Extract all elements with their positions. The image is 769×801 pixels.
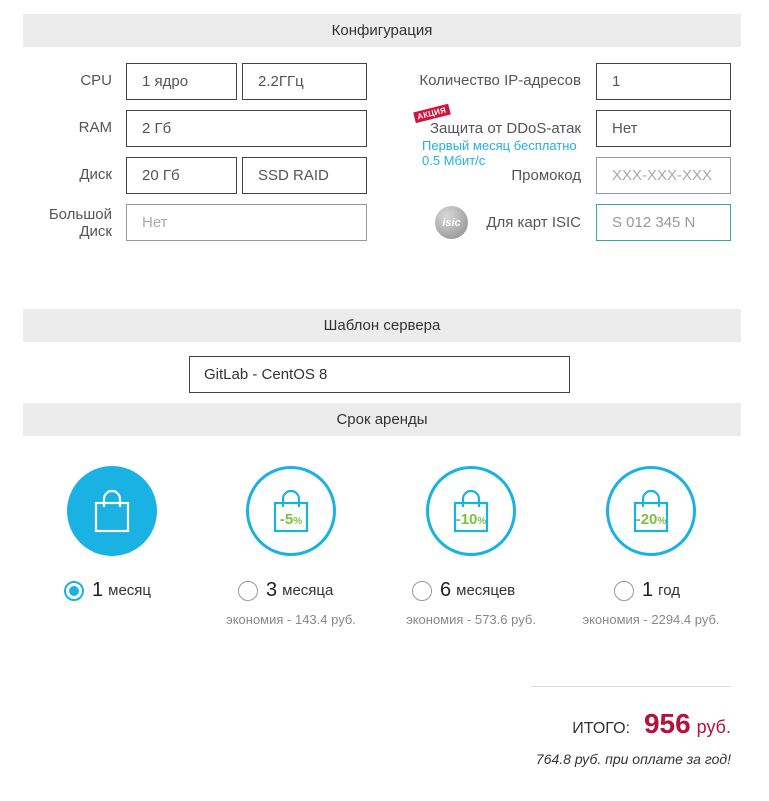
ram-select[interactable]: 2 Гб <box>126 110 367 147</box>
shopping-bag-icon <box>94 489 130 533</box>
isic-card-input[interactable]: S 012 345 N <box>596 204 731 241</box>
discount-label: -5% <box>279 510 303 528</box>
radio-button[interactable] <box>238 580 258 601</box>
term-option-6-months[interactable]: 6 месяцев <box>412 579 515 602</box>
saving-1-year: экономия - 2294.4 руб. <box>582 612 720 627</box>
config-section-header: Конфигурация <box>23 14 741 47</box>
ddos-promo-line1: Первый месяц бесплатно <box>422 138 577 153</box>
cpu-frequency-select[interactable]: 2.2ГГц <box>242 63 367 100</box>
saving-3-months: экономия - 143.4 руб. <box>226 612 356 627</box>
template-title: Шаблон сервера <box>323 317 441 334</box>
ddos-promo-line2: 0.5 Мбит/с <box>422 153 486 168</box>
term-number: 3 <box>266 579 278 601</box>
promocode-label: Промокод <box>511 167 581 184</box>
ip-count-label: Количество IP-адресов <box>419 72 581 89</box>
radio-button[interactable] <box>614 580 634 601</box>
disk-size-select[interactable]: 20 Гб <box>126 157 237 194</box>
discount-label: -10% <box>455 510 487 528</box>
big-disk-label-line1: Большой <box>48 206 112 223</box>
term-number: 1 <box>642 579 654 601</box>
cpu-label: CPU <box>80 72 112 89</box>
big-disk-label: Большой Диск <box>30 206 112 240</box>
saving-6-months: экономия - 573.6 руб. <box>406 612 536 627</box>
term-option-1-year[interactable]: 1 год <box>614 579 680 602</box>
big-disk-label-line2: Диск <box>79 223 112 240</box>
radio-button[interactable] <box>412 580 432 601</box>
term-unit: месяцев <box>456 582 516 599</box>
ddos-select[interactable]: Нет <box>596 110 731 147</box>
ddos-label: Защита от DDoS-атак <box>429 120 581 137</box>
radio-button-selected[interactable] <box>64 580 84 601</box>
isic-logo-icon: isic <box>435 206 468 239</box>
term-option-3-months[interactable]: 3 месяца <box>238 579 333 602</box>
config-title: Конфигурация <box>331 22 433 39</box>
term-section-header: Срок аренды <box>23 403 741 436</box>
disk-label: Диск <box>79 166 112 183</box>
term-unit: месяца <box>282 582 334 599</box>
term-number: 6 <box>440 579 452 601</box>
isic-label: Для карт ISIC <box>486 214 581 231</box>
total-currency: руб. <box>696 717 731 737</box>
template-select[interactable]: GitLab - CentOS 8 <box>189 356 570 393</box>
isic-logo-text: isic <box>442 216 461 229</box>
term-3-months-icon[interactable]: -5% <box>246 466 336 556</box>
term-number: 1 <box>92 579 104 601</box>
yearly-price-note: 764.8 руб. при оплате за год! <box>535 751 731 767</box>
total-price: ИТОГО: 956 руб. <box>572 708 731 740</box>
term-title: Срок аренды <box>336 411 428 428</box>
template-section-header: Шаблон сервера <box>23 309 741 342</box>
disk-type-select[interactable]: SSD RAID <box>242 157 367 194</box>
total-divider <box>531 686 731 687</box>
term-6-months-icon[interactable]: -10% <box>426 466 516 556</box>
cpu-cores-select[interactable]: 1 ядро <box>126 63 237 100</box>
term-1-month-icon[interactable] <box>67 466 157 556</box>
ip-count-select[interactable]: 1 <box>596 63 731 100</box>
term-1-year-icon[interactable]: -20% <box>606 466 696 556</box>
total-amount: 956 <box>643 708 691 739</box>
total-label: ИТОГО: <box>572 720 630 737</box>
ddos-promo-text: Первый месяц бесплатно 0.5 Мбит/с <box>422 138 577 168</box>
big-disk-input[interactable]: Нет <box>126 204 367 241</box>
term-unit: месяц <box>108 582 151 599</box>
promocode-input[interactable]: XXX-XXX-XXX <box>596 157 731 194</box>
discount-label: -20% <box>635 510 667 528</box>
ram-label: RAM <box>78 119 112 136</box>
term-unit: год <box>658 582 681 599</box>
term-option-1-month[interactable]: 1 месяц <box>64 579 151 602</box>
